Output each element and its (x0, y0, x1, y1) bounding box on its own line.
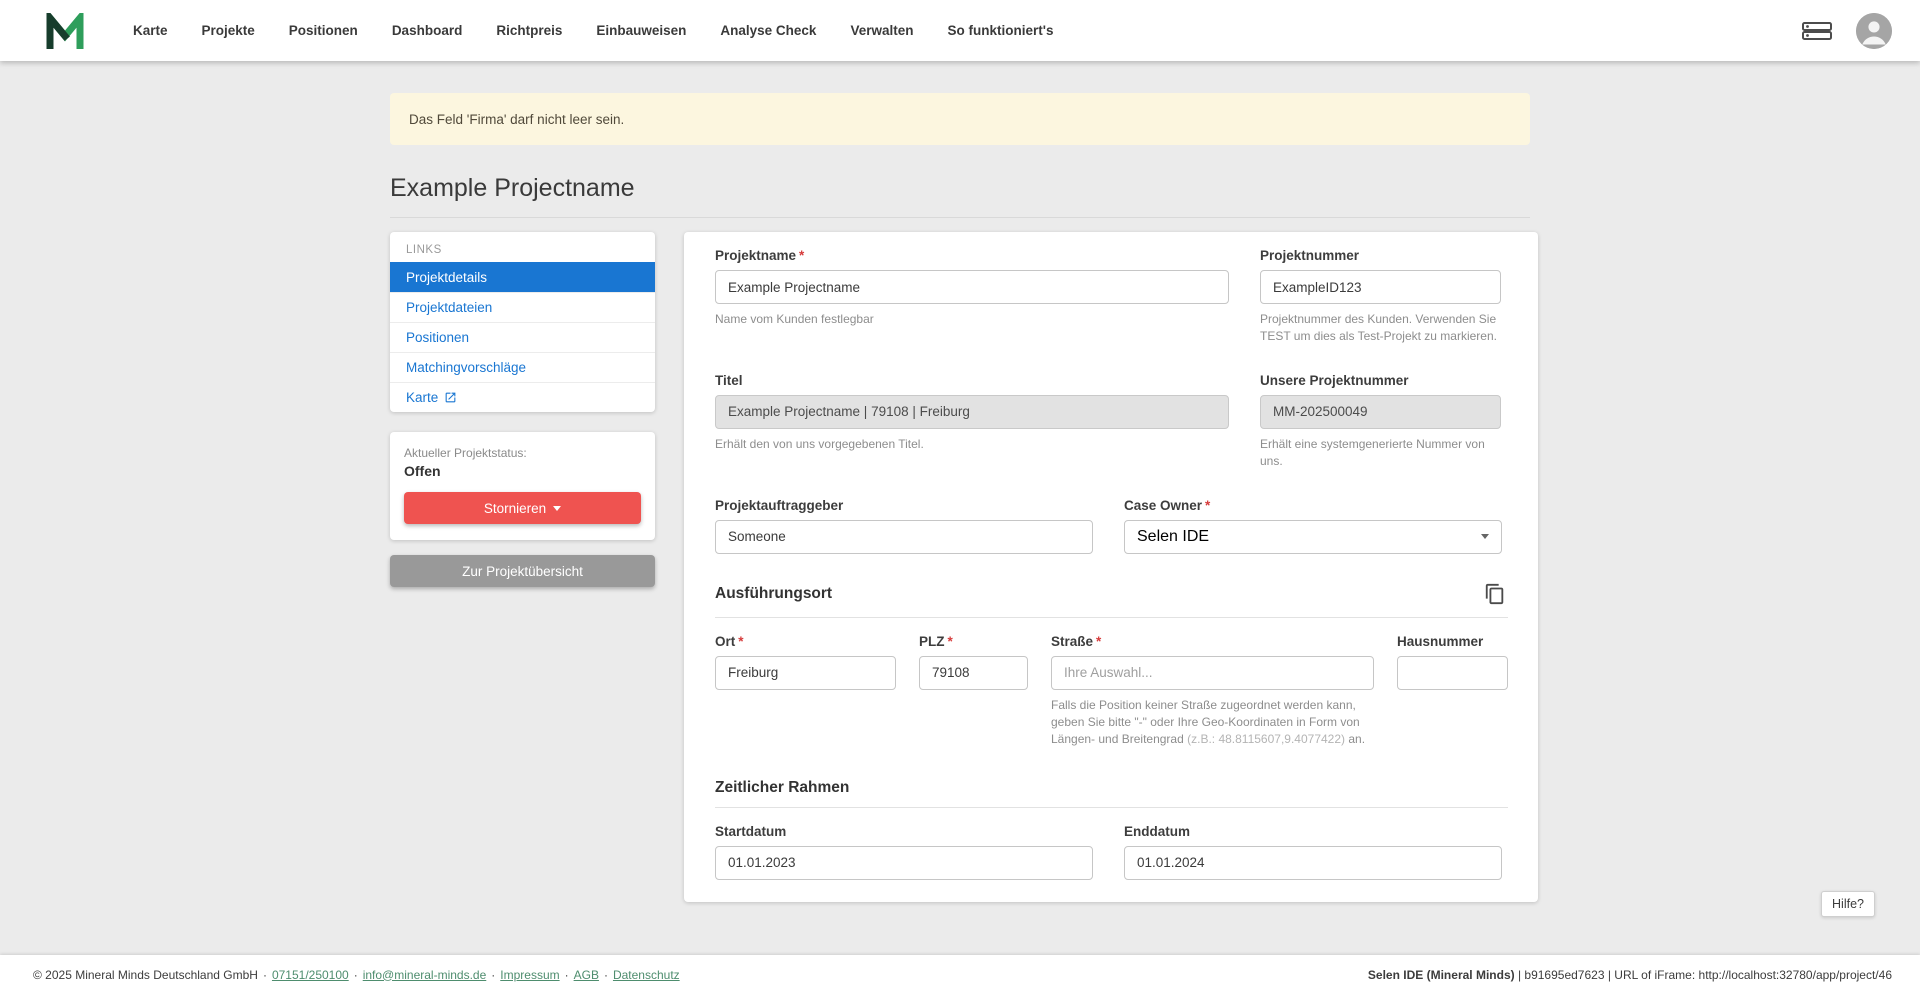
help-button[interactable]: Hilfe? (1821, 891, 1875, 917)
enddatum-label: Enddatum (1124, 824, 1502, 839)
status-card: Aktueller Projektstatus: Offen Storniere… (390, 432, 655, 540)
session-user: Selen IDE (Mineral Minds) (1368, 968, 1515, 982)
footer: © 2025 Mineral Minds Deutschland GmbH·07… (0, 955, 1920, 994)
strasse-helper: Falls die Position keiner Straße zugeord… (1051, 697, 1374, 749)
nav-item-dashboard[interactable]: Dashboard (375, 13, 480, 48)
topnav-right-actions (1802, 13, 1892, 49)
copyright-text: © 2025 Mineral Minds Deutschland GmbH (33, 968, 258, 982)
alert-message: Das Feld 'Firma' darf nicht leer sein. (409, 112, 624, 127)
titel-helper: Erhält den von uns vorgegebenen Titel. (715, 436, 1229, 453)
unsere-projektnummer-helper: Erhält eine systemgenerierte Nummer von … (1260, 436, 1501, 471)
title-divider (390, 217, 1530, 218)
nav-item-analyse-check[interactable]: Analyse Check (703, 13, 833, 48)
nav-item-positionen[interactable]: Positionen (272, 13, 375, 48)
cancel-button-label: Stornieren (484, 501, 546, 516)
required-asterisk: * (738, 634, 743, 649)
copy-icon[interactable] (1482, 581, 1508, 607)
main-nav: Karte Projekte Positionen Dashboard Rich… (116, 13, 1070, 48)
project-details-form: Projektname* Name vom Kunden festlegbar … (684, 232, 1538, 902)
unsere-projektnummer-input (1260, 395, 1501, 429)
projektnummer-input[interactable] (1260, 270, 1501, 304)
top-navigation: Karte Projekte Positionen Dashboard Rich… (0, 0, 1920, 61)
validation-alert: Das Feld 'Firma' darf nicht leer sein. (390, 93, 1530, 145)
unsere-projektnummer-label: Unsere Projektnummer (1260, 373, 1501, 388)
sidebar-item-projektdateien[interactable]: Projektdateien (390, 292, 655, 322)
footer-session-info: Selen IDE (Mineral Minds) | b91695ed7623… (1368, 968, 1892, 982)
app-window: Karte Projekte Positionen Dashboard Rich… (0, 0, 1920, 994)
sidebar-item-label: Matchingvorschläge (406, 360, 526, 375)
footer-link-datenschutz[interactable]: Datenschutz (613, 968, 680, 982)
links-card: LINKS Projektdetails Projektdateien Posi… (390, 232, 655, 412)
cancel-project-button[interactable]: Stornieren (404, 492, 641, 524)
nav-item-einbauweisen[interactable]: Einbauweisen (579, 13, 703, 48)
projektnummer-helper: Projektnummer des Kunden. Verwenden Sie … (1260, 311, 1501, 346)
hausnummer-input[interactable] (1397, 656, 1508, 690)
session-details: | b91695ed7623 | URL of iFrame: http://l… (1515, 968, 1892, 982)
server-icon[interactable] (1802, 20, 1832, 42)
footer-link-phone[interactable]: 07151/250100 (272, 968, 349, 982)
startdatum-input[interactable] (715, 846, 1093, 880)
chevron-down-icon (553, 506, 561, 511)
sidebar: LINKS Projektdetails Projektdateien Posi… (390, 232, 655, 587)
required-asterisk: * (1096, 634, 1101, 649)
projektnummer-label: Projektnummer (1260, 248, 1501, 263)
sidebar-item-projektdetails[interactable]: Projektdetails (390, 262, 655, 292)
ort-label: Ort* (715, 634, 896, 649)
startdatum-label: Startdatum (715, 824, 1093, 839)
user-avatar-icon[interactable] (1856, 13, 1892, 49)
sidebar-item-label: Karte (406, 390, 438, 405)
ort-input[interactable] (715, 656, 896, 690)
case-owner-value: Selen IDE (1137, 528, 1209, 546)
status-label: Aktueller Projektstatus: (404, 446, 641, 460)
section-divider (715, 617, 1508, 618)
nav-item-karte[interactable]: Karte (116, 13, 185, 48)
plz-input[interactable] (919, 656, 1028, 690)
section-zeitlicher-rahmen: Zeitlicher Rahmen (715, 779, 849, 797)
section-divider (715, 807, 1508, 808)
section-ausfuehrungsort: Ausführungsort (715, 585, 832, 603)
projektname-label: Projektname* (715, 248, 1229, 263)
links-header: LINKS (390, 240, 655, 262)
sidebar-item-label: Projektdateien (406, 300, 492, 315)
required-asterisk: * (1205, 498, 1210, 513)
project-overview-button[interactable]: Zur Projektübersicht (390, 555, 655, 587)
strasse-label: Straße* (1051, 634, 1374, 649)
hausnummer-label: Hausnummer (1397, 634, 1508, 649)
main-content: Das Feld 'Firma' darf nicht leer sein. E… (0, 61, 1920, 955)
nav-item-so-funktionierts[interactable]: So funktioniert's (930, 13, 1070, 48)
footer-link-agb[interactable]: AGB (574, 968, 599, 982)
projektname-input[interactable] (715, 270, 1229, 304)
sidebar-item-matchingvorschlaege[interactable]: Matchingvorschläge (390, 352, 655, 382)
sidebar-item-positionen[interactable]: Positionen (390, 322, 655, 352)
footer-link-impressum[interactable]: Impressum (500, 968, 559, 982)
case-owner-select[interactable]: Selen IDE (1124, 520, 1502, 554)
projektname-helper: Name vom Kunden festlegbar (715, 311, 1229, 328)
footer-left: © 2025 Mineral Minds Deutschland GmbH·07… (33, 968, 680, 982)
mineral-minds-logo-icon[interactable] (44, 12, 86, 50)
nav-item-verwalten[interactable]: Verwalten (833, 13, 930, 48)
titel-label: Titel (715, 373, 1229, 388)
nav-item-projekte[interactable]: Projekte (185, 13, 272, 48)
sidebar-item-karte[interactable]: Karte (390, 382, 655, 412)
required-asterisk: * (948, 634, 953, 649)
projektauftraggeber-label: Projektauftraggeber (715, 498, 1093, 513)
titel-input (715, 395, 1229, 429)
chevron-down-icon (1481, 534, 1489, 539)
sidebar-item-label: Positionen (406, 330, 469, 345)
strasse-input[interactable] (1051, 656, 1374, 690)
logo-m-icon (45, 13, 85, 49)
case-owner-label: Case Owner* (1124, 498, 1502, 513)
nav-item-richtpreis[interactable]: Richtpreis (479, 13, 579, 48)
enddatum-input[interactable] (1124, 846, 1502, 880)
plz-label: PLZ* (919, 634, 1028, 649)
projektauftraggeber-input[interactable] (715, 520, 1093, 554)
required-asterisk: * (799, 248, 804, 263)
external-link-icon (444, 391, 457, 404)
page-title: Example Projectname (390, 174, 1530, 203)
sidebar-item-label: Projektdetails (406, 270, 487, 285)
status-value: Offen (404, 463, 641, 479)
footer-link-email[interactable]: info@mineral-minds.de (363, 968, 487, 982)
